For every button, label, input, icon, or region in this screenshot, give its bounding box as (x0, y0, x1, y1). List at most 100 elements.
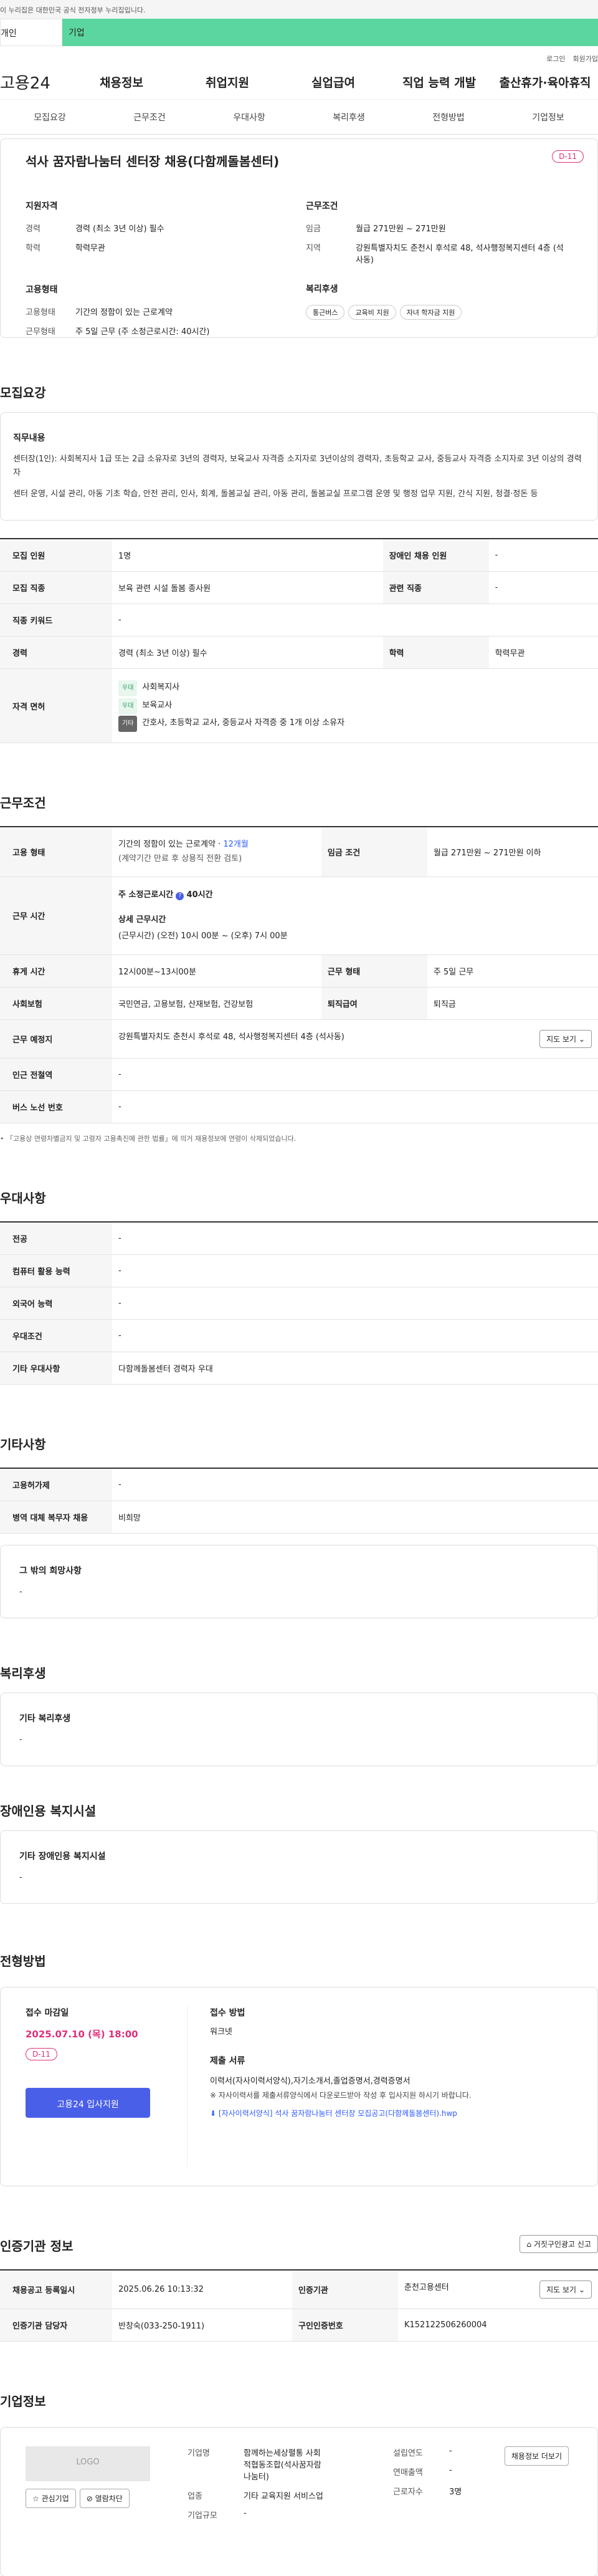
agency-org: 춘천고용센터 (404, 2283, 449, 2293)
table-row: 고용 형태 기간의 정함이 있는 근로계약 · 12개월 (계약기간 만료 후 상용… (0, 827, 598, 877)
apply-button[interactable]: 고용24 입사지원 (26, 2088, 150, 2118)
company-jobs-button[interactable]: 채용정보 더보기 (504, 2446, 569, 2466)
company-box: LOGO ☆ 관심기업 ⊘ 열람차단 기업명 함께하는세상펼통 사회적협동조합(석사… (0, 2427, 598, 2576)
table-row: 인증기관 담당자 반창숙(033-250-1911) 구인인증번호 K15212250… (0, 2309, 598, 2342)
label: 설립연도 (393, 2449, 423, 2459)
info-icon[interactable]: ? (176, 892, 184, 900)
label: 근무 예정지 (0, 1019, 112, 1059)
welfare-title: 복리후생 (0, 1665, 46, 1681)
deadline-heading: 접수 마감일 (26, 2008, 69, 2019)
table-row: 자격 면허 우대 사회복지사 우대 보육교사 기타 간호사, 초등학교 교사, 중등교… (0, 668, 598, 744)
subnav-company[interactable]: 기업정보 (498, 111, 598, 123)
duty-heading: 직무내용 (13, 433, 45, 443)
label: 경력 (26, 224, 40, 234)
table-row: 버스 노선 번호 - (0, 1090, 598, 1123)
welfare-box: 기타 복리후생 - (0, 1692, 598, 1767)
resume-download[interactable]: ⬇ [자사이력서양식] 석사 꿈자람나눔터 센터장 모집공고(다함께돌봄센터).… (210, 2108, 572, 2118)
subnav-welfare[interactable]: 복리후생 (299, 111, 399, 123)
value: - (112, 1468, 598, 1501)
site-logo[interactable]: 고용24 (0, 70, 69, 94)
agency-header: 인증기관 정보 ⌂ 거짓구인광고 신고 (0, 2235, 598, 2254)
gnb-item-benefit[interactable]: 실업급여 (280, 74, 386, 90)
work-title: 근무조건 (0, 795, 46, 811)
subnav-apply[interactable]: 전형방법 (399, 111, 498, 123)
utility-links: 로그인 회원가입 (0, 46, 598, 65)
disabled-title: 장애인용 복지시설 (0, 1804, 97, 1819)
gnb-item-support[interactable]: 취업지원 (174, 74, 280, 90)
value: 경력 (최소 3년 이상) 필수 (112, 636, 383, 670)
gov-banner: 이 누리집은 대한민국 공식 전자정부 누리집입니다. (0, 0, 598, 19)
age-note: • 「고용상 연령차별금지 및 고령자 고용촉진에 관한 법률」에 의거 채용정… (0, 1134, 297, 1143)
agency-title: 인증기관 정보 (0, 2239, 74, 2254)
resume-link: [자사이력서양식] 석사 꿈자람나눔터 센터장 모집공고(다함께돌봄센터).hw… (218, 2109, 457, 2118)
welfare-chip: 교육비 지원 (348, 305, 396, 320)
value: - (112, 1287, 598, 1320)
license-list: 우대 사회복지사 우대 보육교사 기타 간호사, 초등학교 교사, 중등교사 자격증 … (112, 668, 598, 744)
contract-note: (계약기간 만료 후 상용직 전환 검토) (118, 854, 242, 864)
table-row: 우대조건 - (0, 1319, 598, 1352)
hours-cell: 주 소정근로시간 ? 40시간 상세 근무시간 (근무시간) (오전) 10시 … (112, 877, 598, 955)
label: 지역 (306, 244, 321, 253)
map-button[interactable]: 지도 보기 ⌄ (539, 1029, 592, 1048)
label: 기업규모 (187, 2511, 217, 2521)
report-button[interactable]: ⌂ 거짓구인광고 신고 (520, 2235, 598, 2254)
label: 직종 키워드 (0, 603, 112, 637)
table-row: 전공 - (0, 1221, 598, 1255)
label: 고용형태 (26, 308, 55, 317)
contract-period: 12개월 (223, 840, 249, 850)
value: 기간의 정함이 있는 근로계약 · 12개월 (계약기간 만료 후 상용직 전환 … (112, 827, 321, 877)
signup-link[interactable]: 회원가입 (573, 55, 598, 63)
subnav-pref[interactable]: 우대사항 (199, 111, 299, 123)
label: 우대조건 (0, 1319, 112, 1352)
welfare-chip: 통근버스 (306, 305, 345, 320)
label: 근무 시간 (0, 877, 112, 955)
method-value: 워크넷 (210, 2027, 232, 2037)
table-row: 고용허가제 - (0, 1468, 598, 1501)
company-title: 기업정보 (0, 2394, 46, 2410)
block-button[interactable]: ⊘ 열람차단 (79, 2489, 130, 2509)
table-row: 근무 시간 주 소정근로시간 ? 40시간 상세 근무시간 (근무시간) (오전… (0, 877, 598, 955)
hope-heading: 그 밖의 희망사항 (19, 1565, 82, 1576)
hours-detail: (근무시간) (오전) 10시 00분 ~ (오후) 7시 00분 (118, 931, 288, 941)
recruit-table: 모집 인원 1명 장애인 채용 인원 - 모집 직종 보육 관련 시설 돌봄 종사원 관련… (0, 538, 598, 744)
tab-personal[interactable]: 개인 (0, 19, 62, 46)
value: 기타 교육지원 서비스업 (244, 2492, 323, 2502)
value: - (488, 571, 598, 605)
gnb-item-training[interactable]: 직업 능력 개발 (386, 74, 492, 90)
docs-heading: 제출 서류 (210, 2056, 245, 2067)
label: 버스 노선 번호 (0, 1090, 112, 1123)
map-button[interactable]: 지도 보기 ⌄ (539, 2280, 592, 2299)
value: 1명 (112, 539, 383, 572)
gnb-item-jobs[interactable]: 채용정보 (69, 74, 174, 90)
subnav-work[interactable]: 근무조건 (100, 111, 199, 123)
label: 전공 (0, 1221, 112, 1255)
emp-heading: 고용형태 (26, 285, 58, 295)
duty-box: 직무내용 센터장(1인): 사회복지사 1급 또는 2급 소유자로 3년의 경력… (0, 412, 598, 521)
value: 주 5일 근무 (427, 954, 598, 988)
company-logo: LOGO (26, 2446, 150, 2482)
chevron-down-icon: ⌄ (578, 2285, 585, 2295)
login-link[interactable]: 로그인 (546, 55, 565, 63)
table-row: 채용공고 등록일시 2025.06.26 10:13:32 인증기관 춘천고용센터 지도… (0, 2270, 598, 2310)
gnb-item-leave[interactable]: 출산휴가·육아휴직 (492, 74, 598, 90)
label: 인근 전철역 (0, 1058, 112, 1091)
tab-company[interactable]: 기업 (62, 19, 598, 46)
etc-badge: 기타 (118, 716, 138, 733)
deadline-value: 2025.07.10 (목) 18:00 (26, 2029, 138, 2040)
label: 사회보험 (0, 987, 112, 1020)
block-icon: ⊘ (86, 2494, 93, 2504)
welfare-heading: 기타 복리후생 (19, 1713, 71, 1724)
table-row: 인근 전철역 - (0, 1058, 598, 1091)
hours-label: 주 소정근로시간 (118, 890, 174, 900)
fav-button[interactable]: ☆ 관심기업 (26, 2489, 76, 2509)
label: 학력 (26, 244, 40, 253)
value: - (112, 603, 598, 637)
table-row: 휴게 시간 12시00분~13시00분 근무 형태 주 5일 근무 (0, 954, 598, 988)
star-icon: ☆ (32, 2494, 39, 2504)
pref-badge: 우대 (118, 698, 138, 714)
hours-value: 40시간 (186, 890, 213, 900)
value: 12시00분~13시00분 (112, 954, 321, 988)
value: 3명 (449, 2487, 462, 2497)
label: 장애인 채용 인원 (382, 539, 489, 572)
subnav-recruit[interactable]: 모집요강 (0, 111, 100, 123)
